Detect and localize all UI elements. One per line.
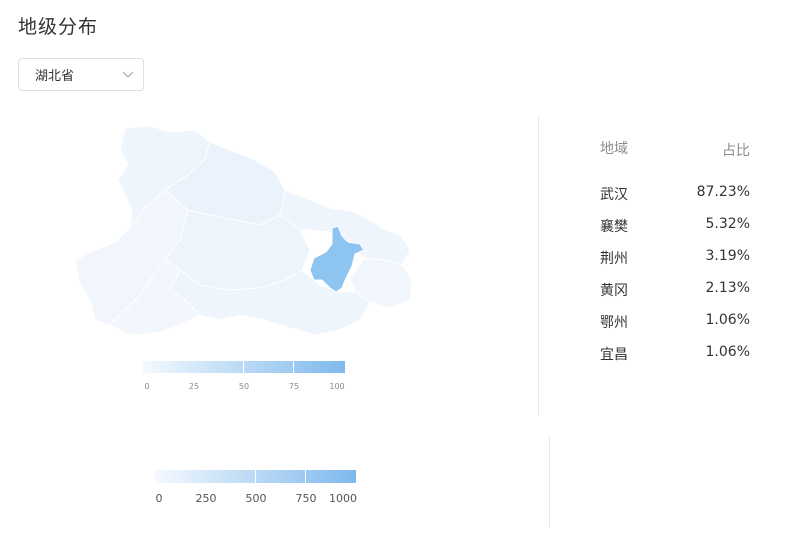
lower-legend-label: 750 xyxy=(295,492,317,505)
table-row: 黄冈 2.13% xyxy=(598,280,750,302)
table-header-region: 地域 xyxy=(600,141,628,157)
table-cell-region: 鄂州 xyxy=(600,315,628,331)
lower-legend-label: 1000 xyxy=(329,492,357,505)
province-select-value: 湖北省 xyxy=(35,69,75,84)
map-legend-tick xyxy=(243,361,244,373)
province-map xyxy=(74,125,413,336)
table-cell-share: 2.13% xyxy=(705,280,750,296)
table-row: 鄂州 1.06% xyxy=(598,312,750,334)
table-cell-share: 1.06% xyxy=(705,344,750,360)
page-title: 地级分布 xyxy=(18,16,99,38)
table-row: 武汉 87.23% xyxy=(598,184,750,206)
lower-legend: 0 250 500 750 1000 xyxy=(155,470,357,510)
table-row: 荆州 3.19% xyxy=(598,248,750,270)
map-legend: 0 25 50 75 100 xyxy=(143,361,345,393)
table-cell-region: 宜昌 xyxy=(600,347,628,363)
vertical-divider xyxy=(549,436,550,528)
map-legend-tick xyxy=(293,361,294,373)
map-legend-label: 75 xyxy=(288,382,300,391)
table-cell-share: 1.06% xyxy=(705,312,750,328)
map-legend-label: 25 xyxy=(188,382,200,391)
map-legend-label: 0 xyxy=(144,382,150,391)
table-cell-share: 87.23% xyxy=(696,184,750,200)
lower-legend-label: 500 xyxy=(245,492,267,505)
lower-legend-label: 250 xyxy=(195,492,217,505)
table-cell-region: 荆州 xyxy=(600,251,628,267)
table-cell-region: 黄冈 xyxy=(600,283,628,299)
lower-legend-label: 0 xyxy=(155,492,163,505)
lower-legend-tick xyxy=(305,470,306,483)
lower-legend-tick xyxy=(255,470,256,483)
table-header-share: 占比 xyxy=(722,143,750,159)
map-legend-label: 50 xyxy=(238,382,250,391)
map-base-regions xyxy=(74,125,413,336)
table-cell-share: 3.19% xyxy=(705,248,750,264)
table-cell-share: 5.32% xyxy=(705,216,750,232)
province-select[interactable]: 湖北省 xyxy=(18,58,144,91)
region-distribution-page: 地级分布 湖北省 0 25 50 75 100 地域 占比 武汉 87.23% … xyxy=(0,0,791,538)
vertical-divider xyxy=(538,116,539,416)
table-cell-region: 武汉 xyxy=(600,187,628,203)
table-row: 宜昌 1.06% xyxy=(598,344,750,366)
map-legend-label: 100 xyxy=(329,382,345,391)
table-cell-region: 襄樊 xyxy=(600,219,628,235)
chevron-down-icon xyxy=(122,71,134,78)
table-row: 襄樊 5.32% xyxy=(598,216,750,238)
map-legend-gradient-bar xyxy=(143,361,345,373)
